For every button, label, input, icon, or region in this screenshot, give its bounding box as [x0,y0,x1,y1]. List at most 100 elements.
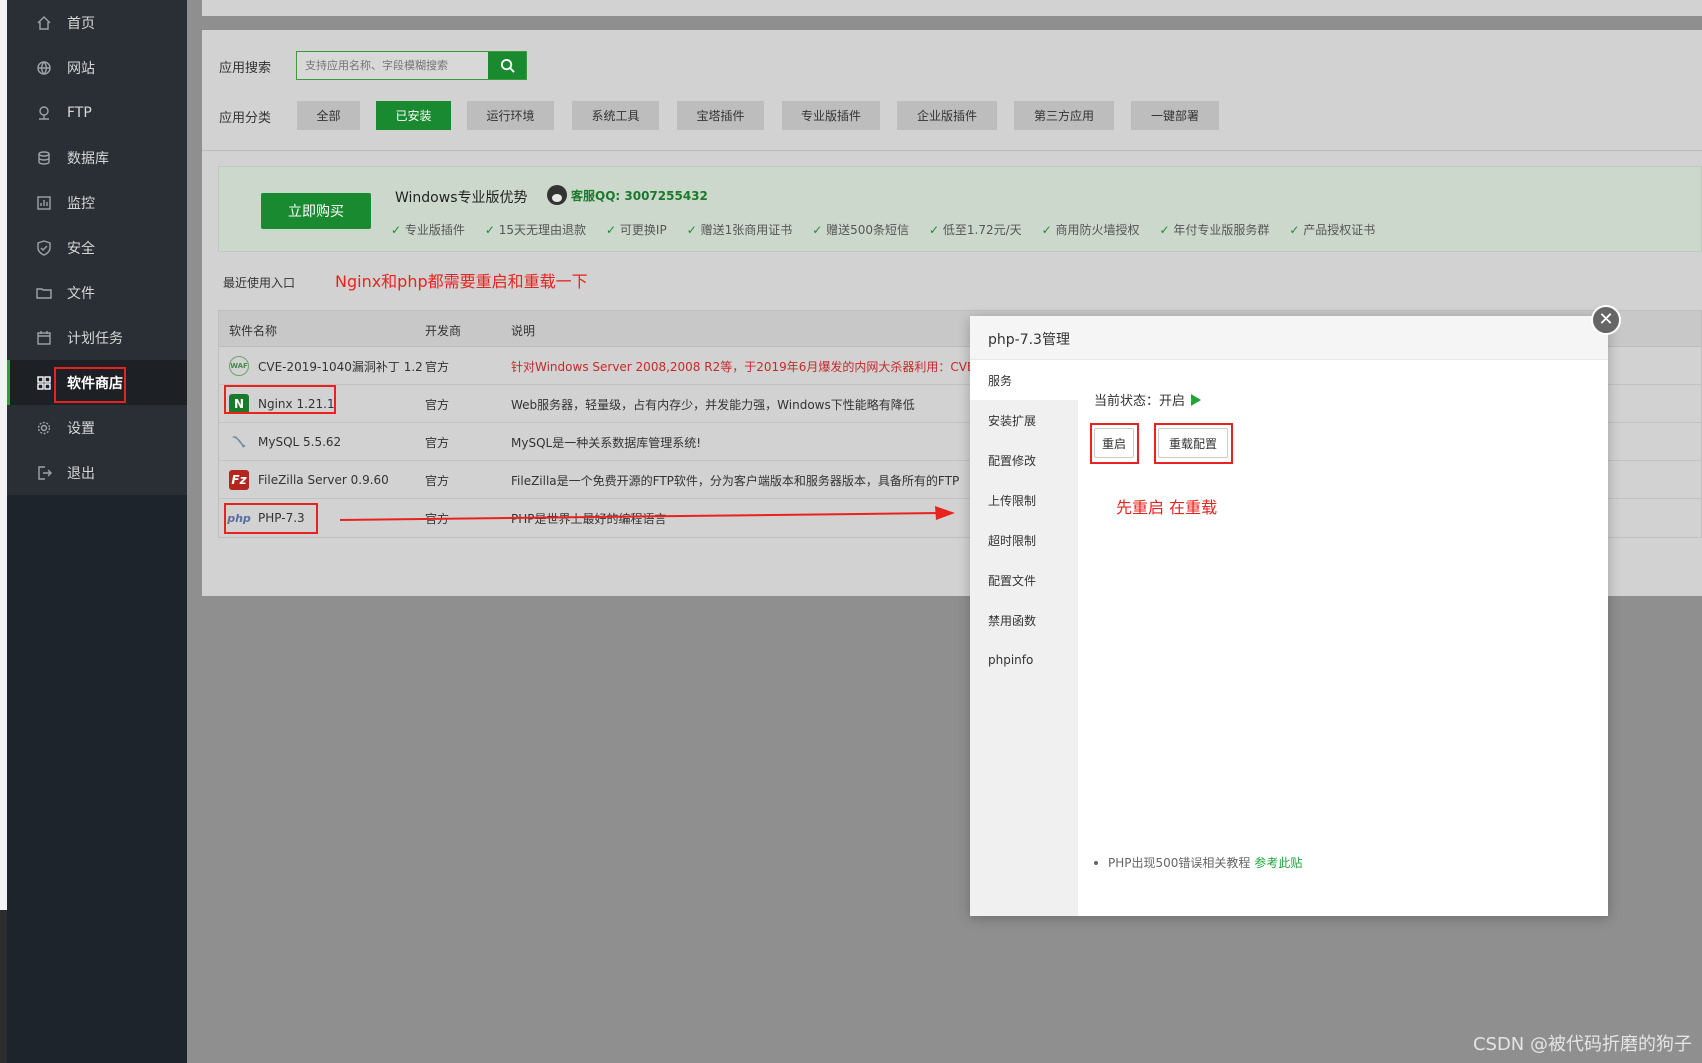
feature-item: 商用防火墙授权 [1042,221,1140,238]
menu-timeout-limit[interactable]: 超时限制 [970,520,1078,560]
software-description: MySQL是一种关系数据库管理系统! [511,435,702,450]
promo-title: Windows专业版优势 [395,190,528,206]
search-label: 应用搜索 [219,61,272,76]
software-developer: 官方 [425,473,450,488]
gear-icon [35,419,53,437]
buy-now-button[interactable]: 立即购买 [261,193,371,229]
menu-upload-limit[interactable]: 上传限制 [970,480,1078,520]
qq-icon [547,185,567,205]
software-description: FileZilla是一个免费开源的FTP软件，分为客户端版本和服务器版本，具备所… [511,473,960,488]
sidebar-item-settings[interactable]: 设置 [7,405,187,450]
annotation-box-software-store [54,367,126,403]
filezilla-icon: Fz [229,470,249,490]
search-button[interactable] [488,52,526,79]
category-one-click-deploy[interactable]: 一键部署 [1131,101,1219,130]
modal-menu: 服务 安装扩展 配置修改 上传限制 超时限制 配置文件 禁用函数 phpinfo [970,360,1078,916]
category-installed[interactable]: 已安装 [376,101,451,130]
annotation-box-nginx [224,385,336,414]
sidebar-item-home[interactable]: 首页 [7,0,187,45]
software-developer: 官方 [425,397,450,412]
divider [202,150,1702,151]
search-input[interactable] [297,52,488,79]
menu-disabled-functions[interactable]: 禁用函数 [970,600,1078,640]
category-all[interactable]: 全部 [297,101,360,130]
sidebar-item-label: 退出 [67,465,95,482]
category-label: 应用分类 [219,111,272,126]
software-developer: 官方 [425,359,450,374]
php-manager-modal: php-7.3管理 服务 安装扩展 配置修改 上传限制 超时限制 配置文件 禁用… [970,316,1608,916]
qq-contact[interactable]: 客服QQ: 3007255432 [547,185,708,205]
window-edge-strip [0,0,7,1063]
feature-list: 专业版插件 15天无理由退款 可更换IP 赠送1张商用证书 赠送500条短信 低… [391,221,1395,238]
database-icon [35,149,53,167]
calendar-icon [35,329,53,347]
software-name: FileZilla Server 0.9.60 [258,473,389,487]
sidebar-item-database[interactable]: 数据库 [7,135,187,180]
software-description: Web服务器，轻量级，占有内存少，并发能力强，Windows下性能略有降低 [511,397,915,412]
mysql-icon [229,432,249,452]
sidebar-item-label: 数据库 [67,150,109,167]
tip-item: PHP出现500错误相关教程 参考此贴 [1094,854,1302,871]
annotation-restart-note: Nginx和php都需要重启和重载一下 [335,272,588,291]
globe-icon [35,59,53,77]
sidebar-item-logout[interactable]: 退出 [7,450,187,495]
sidebar-item-label: 网站 [67,60,95,77]
feature-item: 15天无理由退款 [485,221,586,238]
software-description: PHP是世界上最好的编程语言 [511,511,667,526]
category-system-tools[interactable]: 系统工具 [572,101,659,130]
software-developer: 官方 [425,435,450,450]
annotation-box-reload [1154,423,1233,464]
feature-item: 年付专业版服务群 [1160,221,1269,238]
ftp-icon [35,104,53,122]
menu-install-extension[interactable]: 安装扩展 [970,400,1078,440]
menu-service[interactable]: 服务 [970,360,1078,400]
menu-phpinfo[interactable]: phpinfo [970,640,1078,680]
menu-config-file[interactable]: 配置文件 [970,560,1078,600]
waf-icon: WAF [229,356,249,376]
feature-item: 赠送1张商用证书 [687,221,793,238]
software-developer: 官方 [425,511,450,526]
status-label: 当前状态：开启 [1094,394,1186,409]
modal-title: php-7.3管理 [988,332,1070,348]
grid-icon [35,374,53,392]
sidebar-item-security[interactable]: 安全 [7,225,187,270]
sidebar-item-cron[interactable]: 计划任务 [7,315,187,360]
sidebar-item-label: 设置 [67,420,95,437]
software-description: 针对Windows Server 2008,2008 R2等，于2019年6月爆… [511,359,975,374]
category-runtime[interactable]: 运行环境 [467,101,554,130]
menu-config-edit[interactable]: 配置修改 [970,440,1078,480]
column-header-description: 说明 [511,324,536,338]
software-name: MySQL 5.5.62 [258,435,342,449]
column-header-developer: 开发商 [425,324,462,338]
home-icon [35,14,53,32]
service-status: 当前状态：开启 [1094,390,1202,409]
shield-icon [35,239,53,257]
monitor-icon [35,194,53,212]
feature-item: 专业版插件 [391,221,465,238]
sidebar-item-label: 监控 [67,195,95,212]
category-bt-plugins[interactable]: 宝塔插件 [677,101,764,130]
sidebar-item-monitor[interactable]: 监控 [7,180,187,225]
feature-item: 可更换IP [606,221,667,238]
feature-item: 产品授权证书 [1289,221,1375,238]
close-icon[interactable]: ✕ [1591,305,1621,335]
feature-item: 赠送500条短信 [812,221,909,238]
search-box [296,51,527,80]
annotation-order-note: 先重启 在重载 [1116,498,1218,517]
sidebar-item-ftp[interactable]: FTP [7,90,187,135]
column-header-name: 软件名称 [229,324,278,338]
folder-icon [35,284,53,302]
annotation-box-php [224,503,318,534]
sidebar-item-website[interactable]: 网站 [7,45,187,90]
search-icon [500,58,515,73]
category-third-party[interactable]: 第三方应用 [1014,101,1114,130]
category-enterprise-plugins[interactable]: 企业版插件 [897,101,997,130]
recent-entries-label: 最近使用入口 [223,276,296,290]
modal-header: php-7.3管理 [970,316,1608,360]
category-pro-plugins[interactable]: 专业版插件 [782,101,880,130]
software-name: CVE-2019-1040漏洞补丁 1.2 [258,359,423,374]
tip-link[interactable]: 参考此贴 [1254,854,1302,871]
sidebar-item-files[interactable]: 文件 [7,270,187,315]
watermark: CSDN @被代码折磨的狗子 [1472,1034,1692,1055]
bullet [1094,860,1098,865]
